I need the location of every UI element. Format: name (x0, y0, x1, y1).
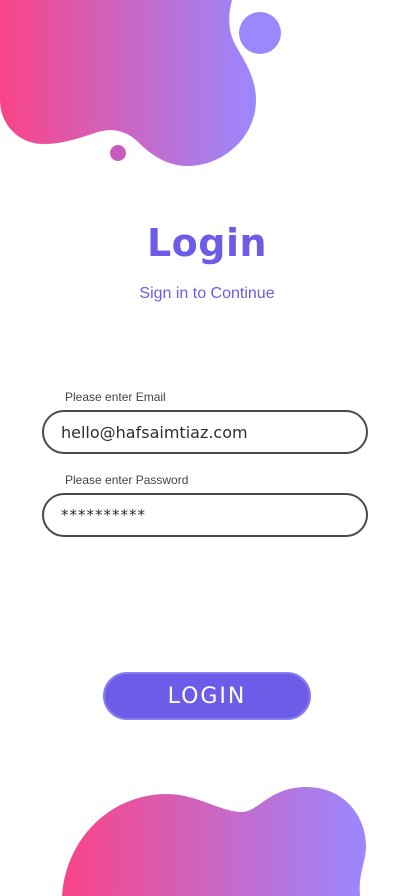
page-subtitle: Sign in to Continue (139, 285, 275, 302)
purple-dot-decoration (239, 12, 281, 54)
email-field[interactable]: hello@hafsaimtiaz.com (42, 410, 368, 454)
page-title: Login (146, 221, 268, 265)
email-value: hello@hafsaimtiaz.com (61, 422, 248, 442)
password-field[interactable]: ********** (42, 493, 368, 537)
bottom-decorative-blob (62, 787, 366, 896)
login-button[interactable]: LOGIN (103, 672, 311, 720)
login-button-label: LOGIN (167, 683, 247, 709)
magenta-dot-decoration (110, 145, 126, 161)
email-label: Please enter Email (65, 390, 166, 404)
password-label: Please enter Password (65, 473, 189, 487)
password-value: ********** (61, 506, 146, 524)
top-decorative-blob (0, 0, 281, 166)
